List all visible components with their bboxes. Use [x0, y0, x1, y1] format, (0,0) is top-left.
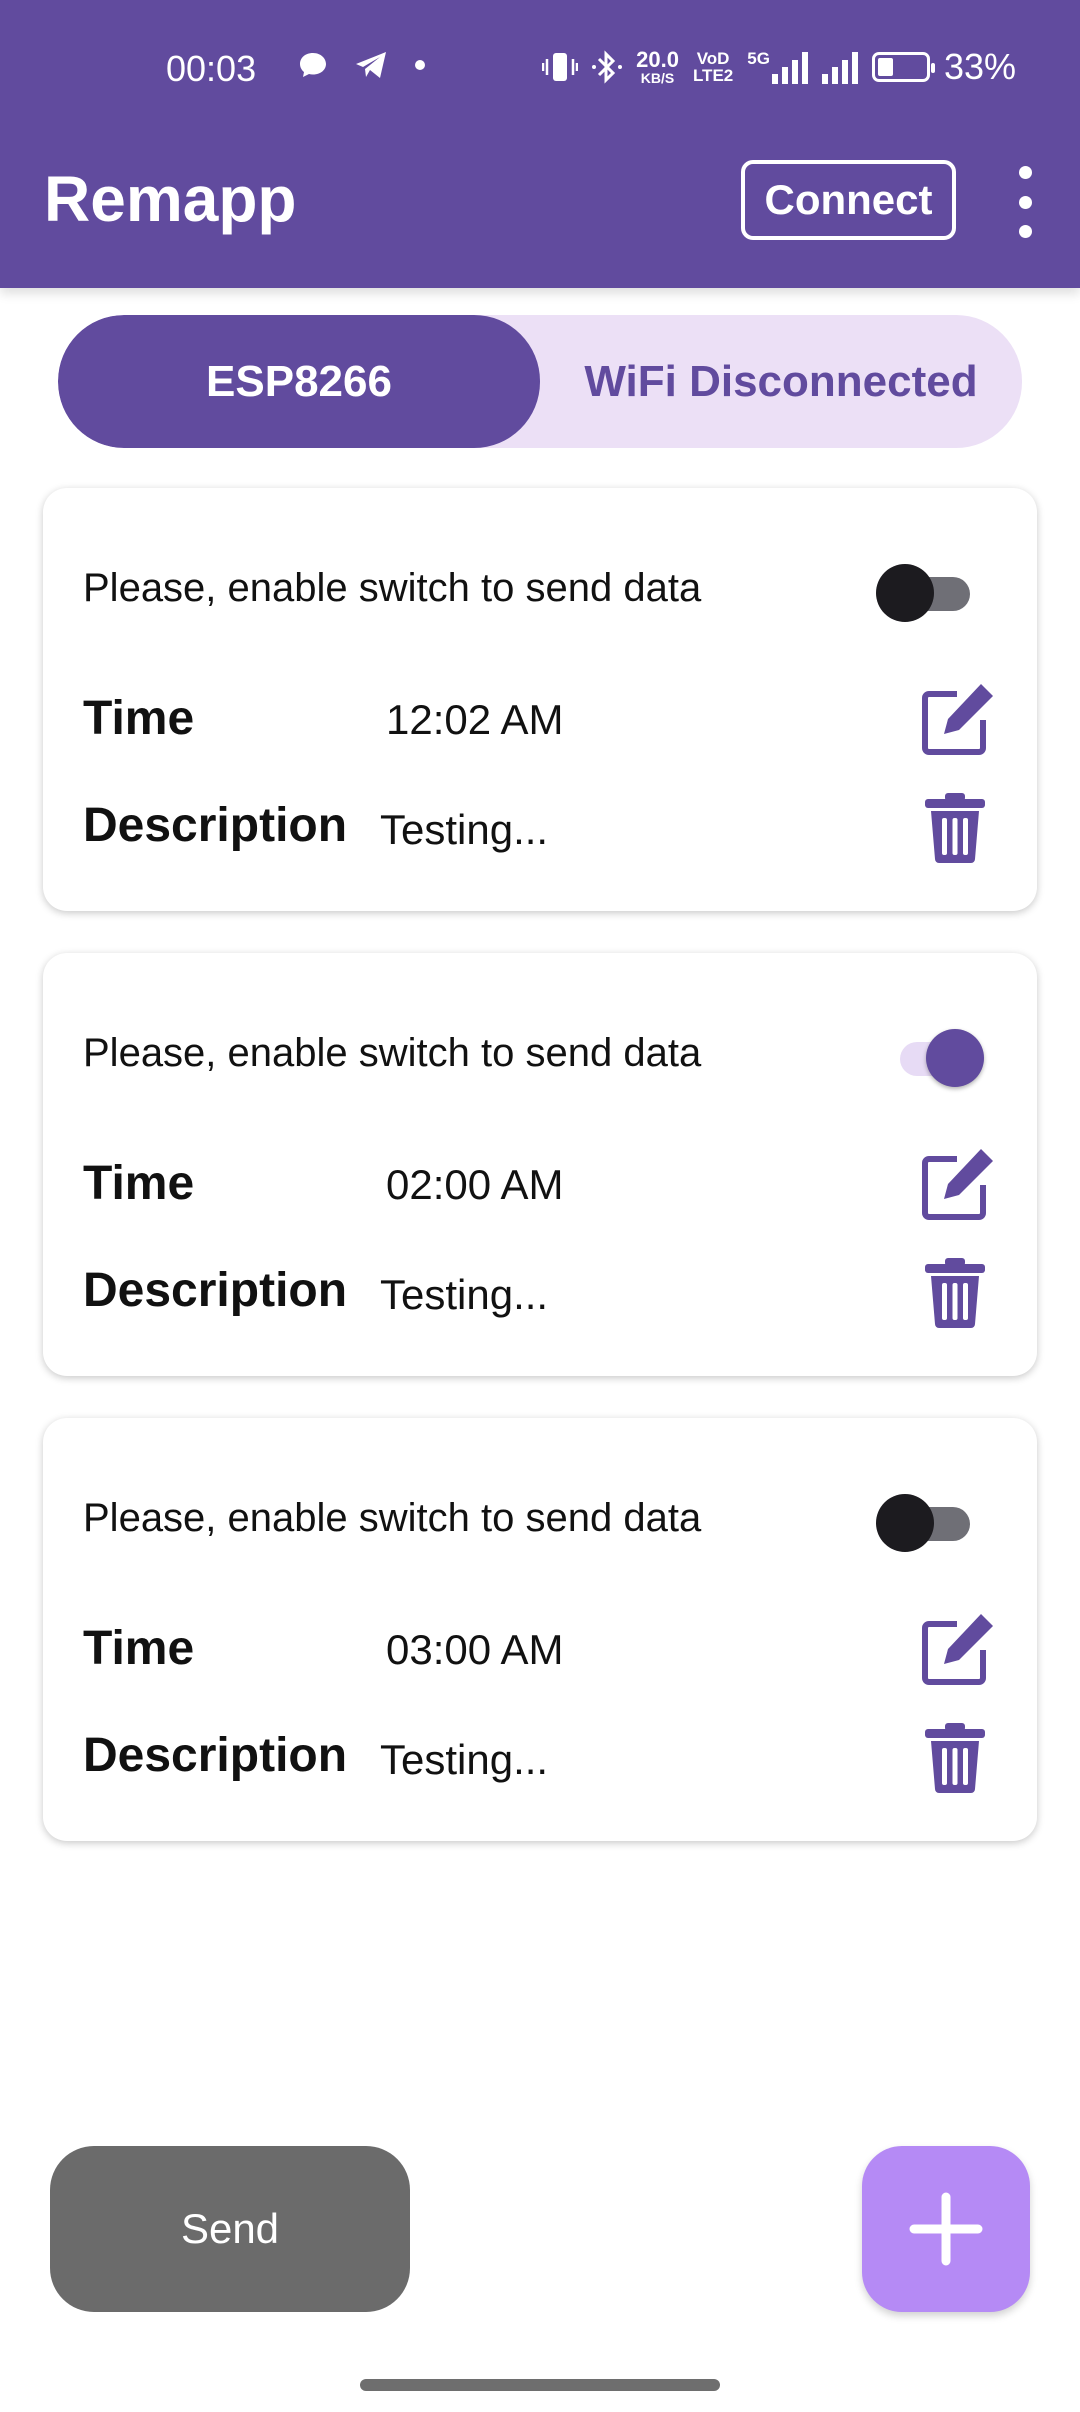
- edit-icon[interactable]: [919, 680, 997, 758]
- volte-bottom: LTE2: [692, 66, 734, 85]
- net-type-label: 5G: [747, 49, 770, 68]
- enable-switch[interactable]: [876, 1488, 986, 1558]
- signal-5g: 5G: [747, 50, 808, 84]
- time-label: Time: [83, 692, 195, 745]
- edit-icon[interactable]: [919, 1610, 997, 1688]
- bluetooth-icon: [592, 50, 623, 84]
- net-speed: 20.0 KB/S: [636, 47, 679, 86]
- volte-top: VoD: [696, 49, 730, 68]
- battery-icon: [871, 52, 935, 82]
- switch-prompt: Please, enable switch to send data: [83, 566, 702, 610]
- segment-wifi-status[interactable]: WiFi Disconnected: [540, 315, 1022, 448]
- segment-device[interactable]: ESP8266: [58, 315, 540, 448]
- description-label: Description: [83, 1264, 348, 1317]
- schedule-card: Please, enable switch to send data Time …: [43, 1418, 1037, 1841]
- switch-thumb: [926, 1029, 984, 1087]
- status-time: 00:03: [166, 48, 257, 89]
- home-indicator[interactable]: [360, 2379, 720, 2391]
- plus-icon: [909, 2192, 983, 2266]
- description-label: Description: [83, 1729, 348, 1782]
- time-label: Time: [83, 1622, 195, 1675]
- net-speed-value: 20.0: [636, 47, 679, 72]
- switch-thumb: [876, 1494, 934, 1552]
- net-speed-unit: KB/S: [640, 70, 675, 86]
- description-value: Testing...: [380, 1271, 549, 1318]
- signal-bars-2-icon: [821, 50, 858, 84]
- switch-prompt: Please, enable switch to send data: [83, 1496, 702, 1540]
- telegram-icon: [356, 52, 386, 78]
- battery-fill: [877, 58, 893, 76]
- more-vert-icon[interactable]: [1010, 166, 1040, 238]
- status-bar: 00:03 20.0 KB/S VoD LTE2 5G 33%: [0, 40, 1080, 96]
- dot-icon: [415, 60, 425, 70]
- device-segment: ESP8266 WiFi Disconnected: [58, 315, 1022, 448]
- schedule-card: Please, enable switch to send data Time …: [43, 953, 1037, 1376]
- message-icon: [300, 53, 326, 77]
- enable-switch[interactable]: [876, 558, 986, 628]
- schedule-card: Please, enable switch to send data Time …: [43, 488, 1037, 911]
- system-icons: 20.0 KB/S VoD LTE2 5G 33%: [542, 46, 1016, 88]
- switch-prompt: Please, enable switch to send data: [83, 1031, 702, 1075]
- app-title: Remapp: [44, 163, 297, 235]
- time-value: 03:00 AM: [386, 1626, 564, 1673]
- send-button[interactable]: Send: [50, 2146, 410, 2312]
- trash-icon[interactable]: [923, 1723, 987, 1793]
- time-value: 02:00 AM: [386, 1161, 564, 1208]
- volte-badge: VoD LTE2: [693, 50, 733, 84]
- description-value: Testing...: [380, 806, 549, 853]
- description-label: Description: [83, 799, 348, 852]
- connect-button[interactable]: Connect: [741, 160, 956, 240]
- edit-icon[interactable]: [919, 1145, 997, 1223]
- battery-percent: 33%: [943, 46, 1016, 87]
- notification-icons: [298, 50, 426, 80]
- signal-bars-icon: [771, 50, 808, 84]
- app-bar: 00:03 20.0 KB/S VoD LTE2 5G 33% Remapp C…: [0, 0, 1080, 288]
- trash-icon[interactable]: [923, 793, 987, 863]
- vibrate-icon: [542, 53, 579, 81]
- time-value: 12:02 AM: [386, 696, 564, 743]
- trash-icon[interactable]: [923, 1258, 987, 1328]
- enable-switch[interactable]: [876, 1023, 986, 1093]
- add-button[interactable]: [862, 2146, 1030, 2312]
- description-value: Testing...: [380, 1736, 549, 1783]
- time-label: Time: [83, 1157, 195, 1210]
- switch-thumb: [876, 564, 934, 622]
